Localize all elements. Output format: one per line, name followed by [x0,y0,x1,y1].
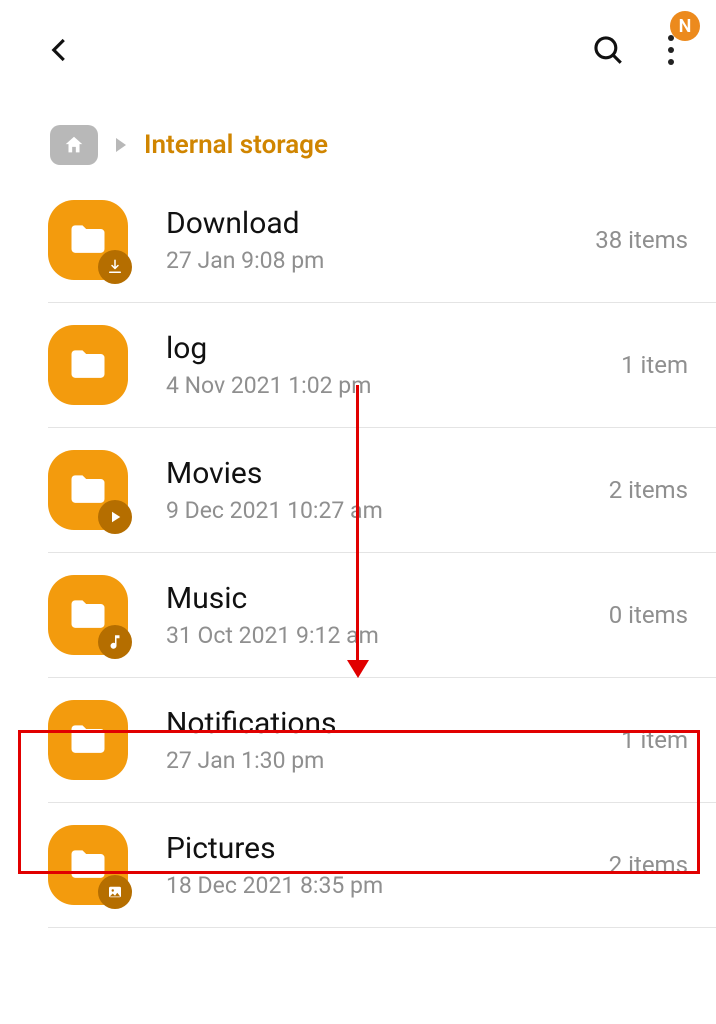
folder-count: 1 item [621,726,688,754]
folder-count: 1 item [621,351,688,379]
folder-icon [48,450,128,530]
play-icon [98,500,132,534]
folder-row-log[interactable]: log 4 Nov 2021 1:02 pm 1 item [48,303,716,428]
music-icon [98,625,132,659]
kebab-icon [668,35,674,65]
breadcrumb-current[interactable]: Internal storage [144,130,328,160]
folder-row-music[interactable]: Music 31 Oct 2021 9:12 am 0 items [48,553,716,678]
folder-list: Download 27 Jan 9:08 pm 38 items log 4 N… [0,190,716,928]
search-icon[interactable] [590,32,626,68]
folder-name: Pictures [166,831,599,866]
folder-icon [48,200,128,280]
avatar: N [670,11,700,41]
folder-name: Movies [166,456,599,491]
folder-count: 0 items [609,601,688,629]
image-icon [98,875,132,909]
folder-meta: 27 Jan 1:30 pm [166,747,611,774]
folder-icon [48,825,128,905]
folder-name: Download [166,206,585,241]
folder-row-download[interactable]: Download 27 Jan 9:08 pm 38 items [48,190,716,303]
folder-meta: 9 Dec 2021 10:27 am [166,497,599,524]
download-icon [98,250,132,284]
folder-icon [48,575,128,655]
breadcrumb: Internal storage [0,90,716,190]
folder-meta: 31 Oct 2021 9:12 am [166,622,599,649]
folder-name: Music [166,581,599,616]
folder-row-movies[interactable]: Movies 9 Dec 2021 10:27 am 2 items [48,428,716,553]
more-menu-button[interactable]: N [656,25,686,75]
folder-meta: 18 Dec 2021 8:35 pm [166,872,599,899]
folder-meta: 4 Nov 2021 1:02 pm [166,372,611,399]
folder-icon [48,700,128,780]
folder-count: 38 items [595,226,688,254]
folder-name: Notifications [166,706,611,741]
home-icon [63,134,85,156]
folder-row-pictures[interactable]: Pictures 18 Dec 2021 8:35 pm 2 items [48,803,716,928]
folder-count: 2 items [609,851,688,879]
folder-name: log [166,331,611,366]
folder-meta: 27 Jan 9:08 pm [166,247,585,274]
folder-icon [48,325,128,405]
folder-count: 2 items [609,476,688,504]
breadcrumb-home[interactable] [50,125,98,165]
folder-row-notifications[interactable]: Notifications 27 Jan 1:30 pm 1 item [48,678,716,803]
chevron-right-icon [116,138,126,152]
app-bar: N [0,0,716,90]
back-button[interactable] [40,30,80,70]
